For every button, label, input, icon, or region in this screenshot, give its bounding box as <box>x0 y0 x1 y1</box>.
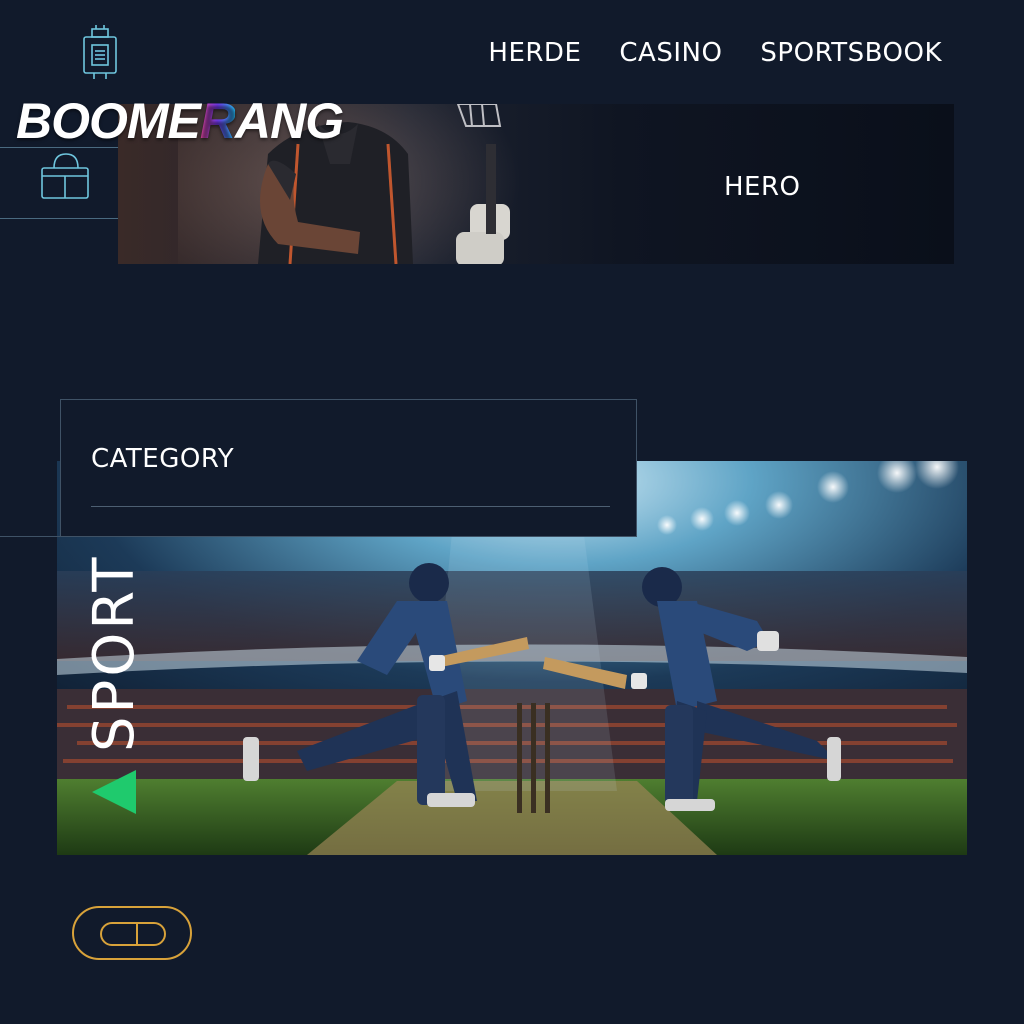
app-box-icon[interactable] <box>80 25 120 81</box>
toggle-divider <box>136 924 138 944</box>
logo-text-pre: BOOME <box>16 93 201 149</box>
logo-text-accent: R <box>199 93 236 149</box>
nav-item-casino[interactable]: CASINO <box>619 38 722 68</box>
shopping-bag-icon[interactable] <box>40 152 92 202</box>
top-nav: HERDE CASINO SPORTSBOOK <box>488 38 942 68</box>
category-underline <box>91 506 610 507</box>
sport-label: SPORT <box>82 554 147 752</box>
hero-title: HERO <box>724 172 801 202</box>
category-title: CATEGORY <box>91 444 235 474</box>
toggle-switch-icon[interactable] <box>72 906 192 960</box>
category-card[interactable]: CATEGORY <box>60 399 637 537</box>
brand-logo[interactable]: BOOMERANG <box>16 92 344 150</box>
play-arrow-icon[interactable] <box>92 770 136 814</box>
nav-item-herde[interactable]: HERDE <box>488 38 581 68</box>
toggle-inner <box>100 922 166 946</box>
category-baseline <box>0 536 60 537</box>
nav-item-sportsbook[interactable]: SPORTSBOOK <box>760 38 942 68</box>
logo-text-post: ANG <box>235 93 344 149</box>
rail-divider-bottom <box>0 218 118 219</box>
